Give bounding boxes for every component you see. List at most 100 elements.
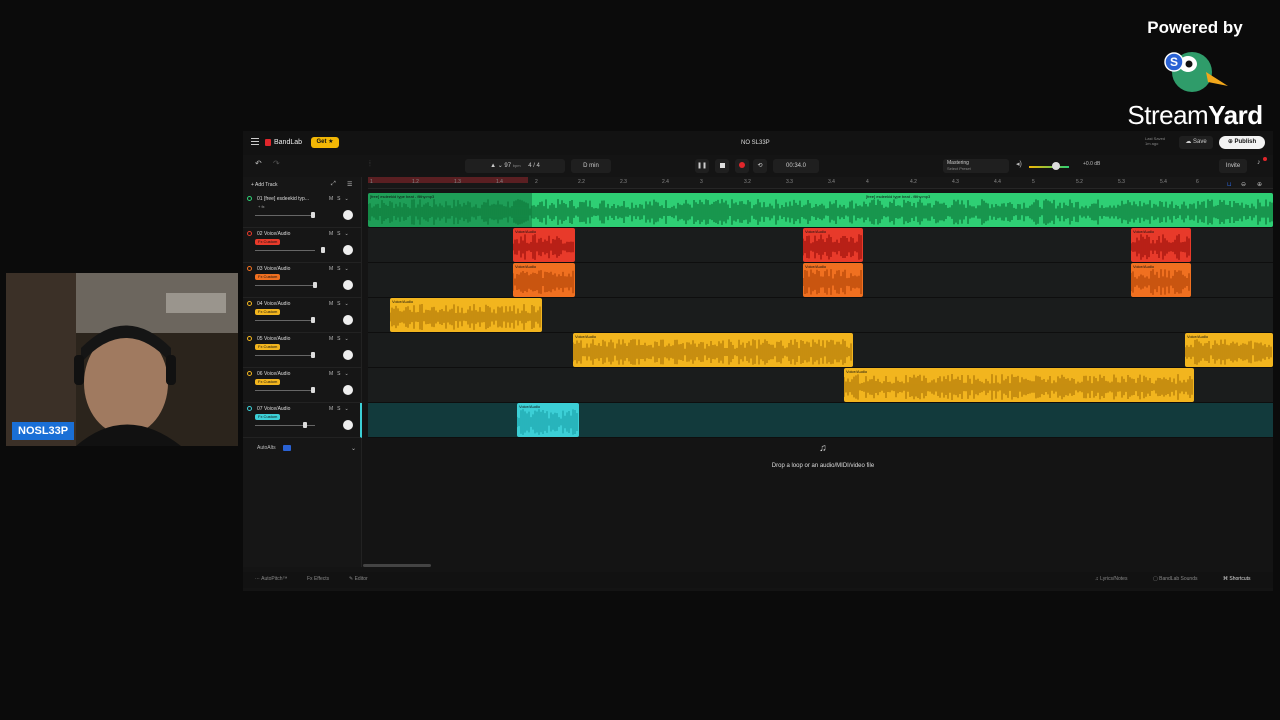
master-volume-slider[interactable]: [1029, 166, 1069, 168]
track-header[interactable]: 01 [free] esdeekid typ... + fx MS⌄: [243, 193, 362, 228]
track-header[interactable]: 04 Voice/Audio Fx Custom MS⌄: [243, 298, 362, 333]
track-header[interactable]: 03 Voice/Audio Fx Custom MS⌄: [243, 263, 362, 298]
track-volume-fader[interactable]: [255, 215, 315, 216]
track-fx-badge[interactable]: Fx Custom: [255, 309, 281, 315]
track-volume-handle[interactable]: [311, 387, 315, 393]
autoalts-chevron-icon[interactable]: ⌄: [351, 445, 356, 452]
track-fx-badge[interactable]: Fx Custom: [255, 239, 281, 245]
audio-clip[interactable]: Voice/Audio: [573, 333, 853, 367]
track-volume-fader[interactable]: [255, 250, 315, 251]
track-fx-badge[interactable]: Fx Custom: [255, 379, 281, 385]
autopitch-button[interactable]: ⋯ AutoPitch™: [255, 576, 288, 582]
audio-clip[interactable]: Voice/Audio: [803, 263, 863, 297]
horizontal-scrollbar[interactable]: [363, 564, 431, 567]
drop-zone[interactable]: ♫ Drop a loop or an audio/MIDI/video fil…: [603, 443, 1043, 472]
mute-solo-buttons[interactable]: MS⌄: [329, 196, 353, 202]
speaker-icon[interactable]: ◂): [1016, 160, 1022, 168]
audio-clip[interactable]: Voice/Audio: [1185, 333, 1273, 367]
track-name[interactable]: 02 Voice/Audio: [257, 231, 290, 237]
snap-icon[interactable]: ⊔: [1227, 181, 1232, 188]
audio-clip[interactable]: Voice/Audio: [803, 228, 863, 262]
track-header[interactable]: 02 Voice/Audio Fx Custom MS⌄: [243, 228, 362, 263]
track-volume-handle[interactable]: [313, 282, 317, 288]
track-header[interactable]: 06 Voice/Audio Fx Custom MS⌄: [243, 368, 362, 403]
mute-solo-buttons[interactable]: MS⌄: [329, 301, 353, 307]
record-arm-icon[interactable]: [247, 406, 252, 411]
add-track-button[interactable]: + Add Track: [251, 182, 278, 188]
tool-icon[interactable]: ⤢: [331, 181, 336, 188]
track-fx-badge[interactable]: Fx Custom: [255, 344, 281, 350]
master-volume-handle[interactable]: [1052, 162, 1060, 170]
track-header[interactable]: 07 Voice/Audio Fx Custom MS⌄: [243, 403, 362, 438]
track-name[interactable]: 03 Voice/Audio: [257, 266, 290, 272]
track-lane[interactable]: [368, 403, 1273, 438]
mute-solo-buttons[interactable]: MS⌄: [329, 336, 353, 342]
track-pan-knob[interactable]: [343, 420, 353, 430]
audio-clip[interactable]: Voice/Audio: [517, 403, 579, 437]
track-volume-handle[interactable]: [303, 422, 307, 428]
track-pan-knob[interactable]: [343, 245, 353, 255]
record-arm-icon[interactable]: [247, 266, 252, 271]
menu-icon[interactable]: [251, 138, 259, 145]
track-fx-badge[interactable]: + fx: [255, 204, 268, 210]
record-arm-icon[interactable]: [247, 231, 252, 236]
track-pan-knob[interactable]: [343, 280, 353, 290]
notifications-icon[interactable]: ♪: [1257, 159, 1261, 166]
record-arm-icon[interactable]: [247, 196, 252, 201]
track-pan-knob[interactable]: [343, 385, 353, 395]
audio-clip[interactable]: Voice/Audio: [1131, 263, 1191, 297]
track-volume-fader[interactable]: [255, 320, 315, 321]
mute-solo-buttons[interactable]: MS⌄: [329, 406, 353, 412]
shortcuts-button[interactable]: ⌘ Shortcuts: [1223, 576, 1251, 582]
mute-solo-buttons[interactable]: MS⌄: [329, 231, 353, 237]
autoalts-row[interactable]: AutoAlts ⌄: [243, 443, 362, 455]
project-title[interactable]: NO SL33P: [741, 140, 770, 146]
audio-clip[interactable]: [free] esdeekid type beat - filthy.mp3: [368, 193, 1273, 227]
mute-solo-buttons[interactable]: MS⌄: [329, 266, 353, 272]
track-name[interactable]: 07 Voice/Audio: [257, 406, 290, 412]
mastering-button[interactable]: Mastering Select Preset: [943, 159, 1009, 173]
track-fx-badge[interactable]: Fx Custom: [255, 274, 281, 280]
zoom-out-icon[interactable]: ⊖: [1241, 181, 1246, 188]
tempo-group[interactable]: ▲ ⌄ 97 bpm 4 / 4: [465, 159, 565, 173]
audio-clip[interactable]: Voice/Audio: [513, 228, 575, 262]
audio-clip[interactable]: Voice/Audio: [1131, 228, 1191, 262]
audio-clip[interactable]: Voice/Audio: [390, 298, 542, 332]
track-name[interactable]: 04 Voice/Audio: [257, 301, 290, 307]
publish-button[interactable]: ⊕ Publish: [1219, 136, 1265, 149]
record-arm-icon[interactable]: [247, 336, 252, 341]
track-volume-handle[interactable]: [311, 212, 315, 218]
track-name[interactable]: 06 Voice/Audio: [257, 371, 290, 377]
effects-button[interactable]: Fx Effects: [307, 576, 329, 582]
track-pan-knob[interactable]: [343, 350, 353, 360]
zoom-in-icon[interactable]: ⊕: [1257, 181, 1262, 188]
track-volume-handle[interactable]: [321, 247, 325, 253]
save-button[interactable]: ☁ Save: [1179, 136, 1213, 149]
track-volume-fader[interactable]: [255, 355, 315, 356]
track-header[interactable]: 05 Voice/Audio Fx Custom MS⌄: [243, 333, 362, 368]
track-volume-fader[interactable]: [255, 285, 315, 286]
redo-icon[interactable]: ↷: [273, 159, 280, 168]
audio-clip[interactable]: Voice/Audio: [513, 263, 575, 297]
record-arm-icon[interactable]: [247, 371, 252, 376]
pause-button[interactable]: ❚❚: [695, 159, 709, 173]
mute-solo-buttons[interactable]: MS⌄: [329, 371, 353, 377]
stop-button[interactable]: [715, 159, 729, 173]
track-volume-handle[interactable]: [311, 317, 315, 323]
track-name[interactable]: 01 [free] esdeekid typ...: [257, 196, 309, 202]
mixer-icon[interactable]: ⦙: [369, 159, 371, 169]
filter-icon[interactable]: ☰: [347, 181, 352, 188]
get-button[interactable]: Get ★: [311, 137, 339, 148]
key-selector[interactable]: D min: [571, 159, 611, 173]
track-pan-knob[interactable]: [343, 210, 353, 220]
lyrics-button[interactable]: ♫ Lyrics/Notes: [1095, 576, 1127, 582]
loop-button[interactable]: ⟲: [753, 159, 767, 173]
sounds-button[interactable]: ▢ BandLab Sounds: [1153, 576, 1198, 582]
record-arm-icon[interactable]: [247, 301, 252, 306]
timeline-ruler[interactable]: 1 1.2 1.3 1.4 2 2.2 2.3 2.4 3 3.2 3.3 3.4 4 4.2 4.3 4.4…: [368, 177, 1273, 189]
editor-button[interactable]: ✎ Editor: [349, 576, 368, 582]
loop-region[interactable]: [368, 177, 528, 183]
track-volume-fader[interactable]: [255, 390, 315, 391]
track-name[interactable]: 05 Voice/Audio: [257, 336, 290, 342]
invite-button[interactable]: Invite: [1219, 159, 1247, 173]
